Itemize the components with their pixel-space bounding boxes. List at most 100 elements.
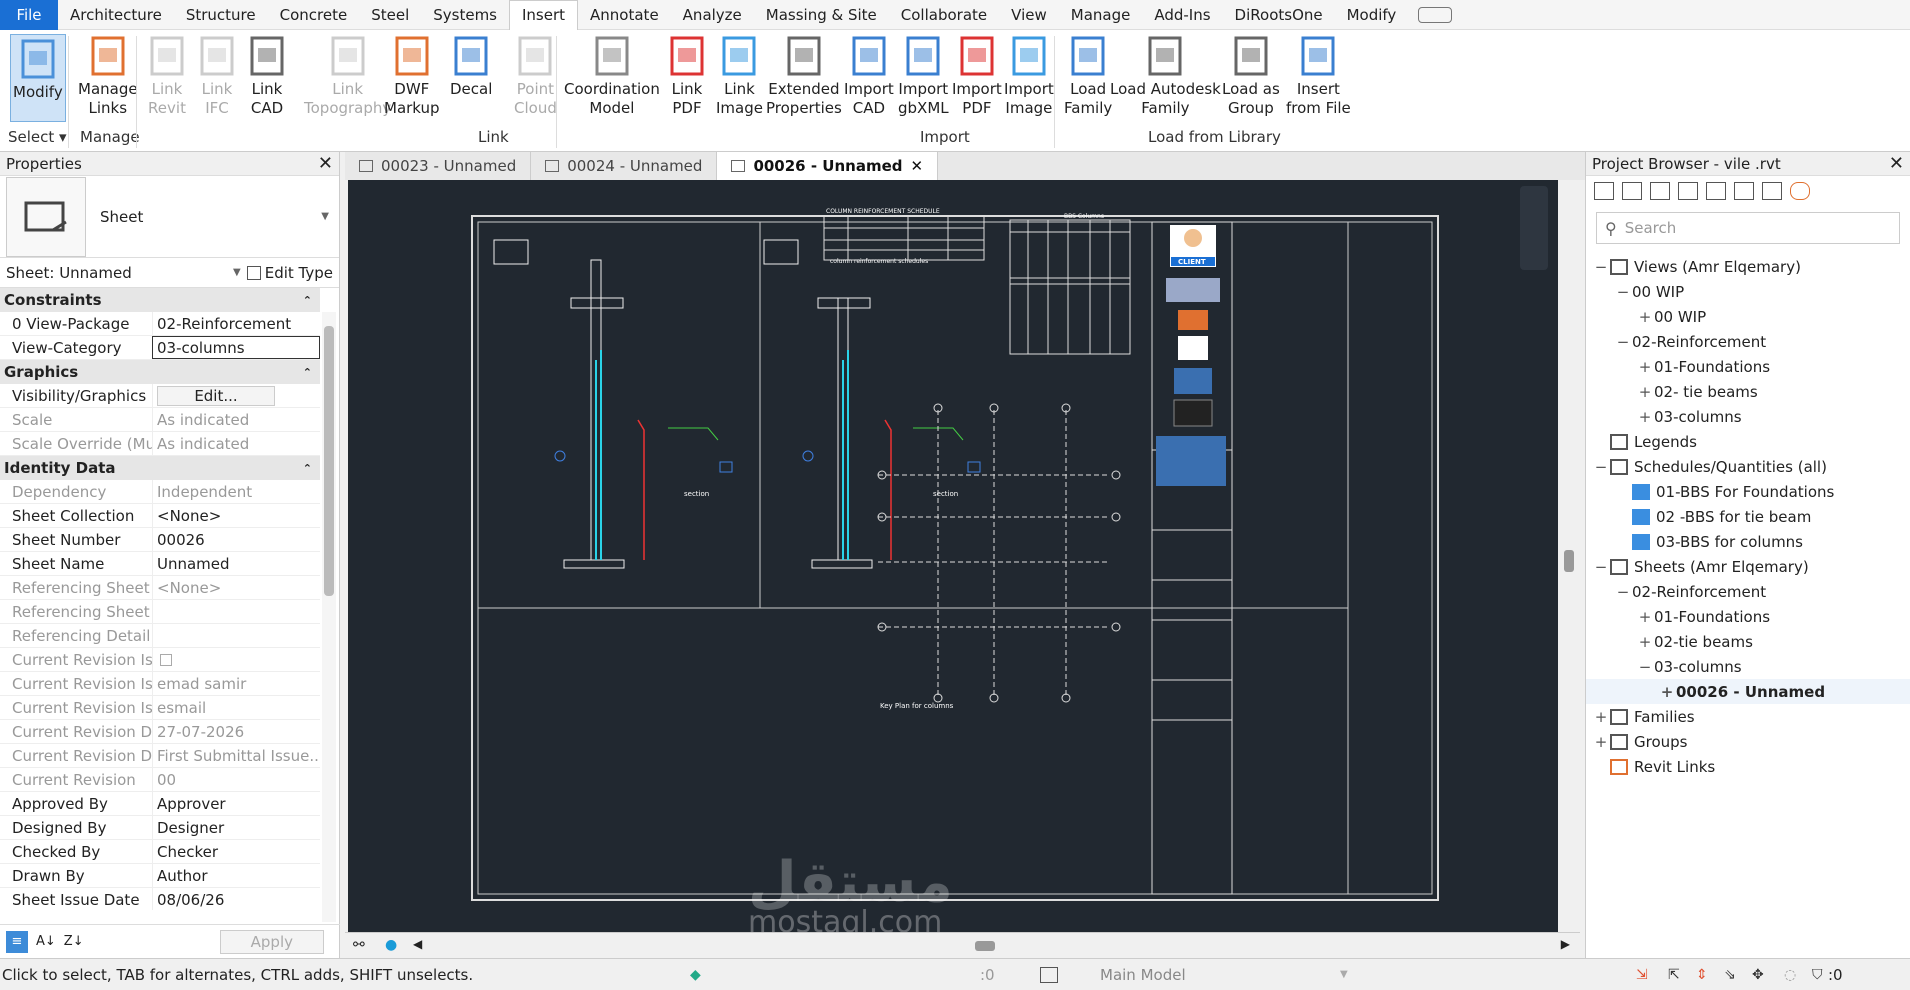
ribbon-button-modify[interactable]: Modify (10, 34, 66, 122)
ribbon-button-decal[interactable]: Decal (450, 34, 492, 99)
ribbon-button-link-ifc[interactable]: Link IFC (196, 34, 238, 118)
property-value[interactable]: Approver (152, 792, 320, 815)
browser-node[interactable]: − Schedules/Quantities (all) (1586, 454, 1910, 479)
view-tab[interactable]: 00026 - Unnamed ✕ (717, 152, 939, 180)
view-icon[interactable] (1622, 182, 1642, 200)
close-icon[interactable]: ✕ (911, 157, 924, 175)
menu-tab-steel[interactable]: Steel (359, 6, 421, 24)
edit-type-button[interactable]: Edit Type (246, 264, 333, 282)
close-icon[interactable]: ✕ (318, 153, 333, 174)
browser-node[interactable]: −02-Reinforcement (1586, 329, 1910, 354)
select-underlay-icon[interactable]: ⇱ (1668, 967, 1680, 983)
browser-node[interactable]: +02-tie beams (1586, 629, 1910, 654)
expand-icon[interactable]: − (1592, 258, 1610, 276)
ribbon-button-manage-links[interactable]: Manage Links (78, 34, 138, 118)
section-constraints[interactable]: Constraints ⌃ (0, 288, 320, 312)
view-tab[interactable]: 00024 - Unnamed (531, 152, 718, 180)
ribbon-button-dwf-markup[interactable]: DWF Markup (384, 34, 440, 118)
home-icon[interactable] (1594, 182, 1614, 200)
ribbon-button-import-image[interactable]: Import Image (1004, 34, 1054, 118)
canvas-hscrollbar[interactable] (975, 941, 995, 951)
expand-icon[interactable]: − (1614, 583, 1632, 601)
menu-tab-insert[interactable]: Insert (509, 0, 579, 30)
expand-icon[interactable]: − (1636, 658, 1654, 676)
properties-scrollbar[interactable] (322, 312, 336, 922)
expand-icon[interactable]: + (1636, 358, 1654, 376)
browser-node[interactable]: −03-columns (1586, 654, 1910, 679)
expand-icon[interactable]: + (1636, 633, 1654, 651)
expand-icon[interactable]: + (1636, 308, 1654, 326)
apply-button[interactable]: Apply (219, 929, 324, 954)
browser-search[interactable]: ⚲ Search (1596, 212, 1900, 244)
menu-tab-concrete[interactable]: Concrete (268, 6, 360, 24)
expand-icon[interactable]: + (1636, 383, 1654, 401)
chevron-down-icon[interactable]: ▼ (233, 267, 241, 278)
browser-node[interactable]: −02-Reinforcement (1586, 579, 1910, 604)
browser-node[interactable]: 03-BBS for columns (1586, 529, 1910, 554)
background-process-icon[interactable]: ◌ (1784, 967, 1796, 983)
view-tab[interactable]: 00023 - Unnamed (345, 152, 532, 180)
select-face-icon[interactable]: ⇘ (1724, 967, 1736, 983)
chevron-down-icon[interactable]: ▼ (321, 211, 329, 222)
property-value[interactable]: 08/06/26 (152, 888, 320, 910)
ribbon-button-coordination-model[interactable]: Coordination Model (564, 34, 660, 118)
browser-node[interactable]: +00 WIP (1586, 304, 1910, 329)
checkbox[interactable] (160, 653, 172, 666)
chevron-down-icon[interactable]: ▼ (1340, 969, 1348, 980)
sort-za-icon[interactable]: Z↓ (64, 934, 84, 949)
edit-button[interactable]: Edit... (157, 385, 275, 406)
main-model-select[interactable]: Main Model (1100, 966, 1186, 984)
ribbon-button-link-revit[interactable]: Link Revit (146, 34, 188, 118)
property-value[interactable]: <None> (152, 504, 320, 527)
browser-node[interactable]: 01-BBS For Foundations (1586, 479, 1910, 504)
section-graphics[interactable]: Graphics ⌃ (0, 360, 320, 384)
ribbon-button-link-image[interactable]: Link Image (716, 34, 763, 118)
browser-node[interactable]: + Families (1586, 704, 1910, 729)
ribbon-button-point-cloud[interactable]: Point Cloud (514, 34, 557, 118)
lightbulb-icon[interactable]: ● (385, 937, 397, 953)
ribbon-button-import-pdf[interactable]: Import PDF (952, 34, 1002, 118)
table-icon[interactable] (1678, 182, 1698, 200)
ribbon-button-load-as-group[interactable]: Load as Group (1222, 34, 1280, 118)
ribbon-button-link-cad[interactable]: Link CAD (246, 34, 288, 118)
instance-selector[interactable]: Sheet: Unnamed (6, 264, 132, 282)
expand-icon[interactable]: − (1592, 558, 1610, 576)
ribbon-button-load-autodesk-family[interactable]: Load Autodesk Family (1110, 34, 1221, 118)
select-links-icon[interactable]: ⇲ (1636, 967, 1648, 983)
schedule-icon[interactable] (1650, 182, 1670, 200)
browser-node[interactable]: + Groups (1586, 729, 1910, 754)
family-icon[interactable] (1734, 182, 1754, 200)
menu-tab-view[interactable]: View (999, 6, 1059, 24)
section-identity-data[interactable]: Identity Data ⌃ (0, 456, 320, 480)
sheet-icon[interactable] (1706, 182, 1726, 200)
browser-node[interactable]: +00026 - Unnamed (1586, 679, 1910, 704)
browser-node[interactable]: +03-columns (1586, 404, 1910, 429)
expand-icon[interactable]: − (1592, 458, 1610, 476)
scroll-left-icon[interactable]: ◀ (413, 937, 422, 951)
ribbon-button-insert-from-file[interactable]: Insert from File (1286, 34, 1351, 118)
search-input[interactable]: Search (1625, 219, 1677, 237)
select-pinned-icon[interactable]: ⇕ (1696, 967, 1708, 983)
worksharing-icon[interactable]: ◆ (690, 967, 701, 983)
property-value[interactable]: Checker (152, 840, 320, 863)
collapse-icon[interactable]: ⌃ (303, 462, 312, 475)
menu-tab-add-ins[interactable]: Add-Ins (1142, 6, 1222, 24)
expand-icon[interactable]: + (1636, 608, 1654, 626)
scroll-right-icon[interactable]: ▶ (1561, 937, 1570, 951)
browser-node[interactable]: −00 WIP (1586, 279, 1910, 304)
expand-icon[interactable]: + (1592, 733, 1610, 751)
menu-tab-collaborate[interactable]: Collaborate (889, 6, 999, 24)
close-icon[interactable]: ✕ (1889, 153, 1904, 174)
expand-icon[interactable]: − (1614, 333, 1632, 351)
menu-tab-annotate[interactable]: Annotate (578, 6, 671, 24)
browser-node[interactable]: − Views (Amr Elqemary) (1586, 254, 1910, 279)
expand-icon[interactable]: + (1636, 408, 1654, 426)
ribbon-button-import-cad[interactable]: Import CAD (844, 34, 894, 118)
ribbon-button-link-topography[interactable]: Link Topography (304, 34, 391, 118)
menu-tab-analyze[interactable]: Analyze (671, 6, 754, 24)
menu-tab-systems[interactable]: Systems (421, 6, 509, 24)
canvas-vscrollbar[interactable] (1558, 180, 1580, 932)
ribbon-button-import-gbxml[interactable]: Import gbXML (898, 34, 949, 118)
menu-tab-manage[interactable]: Manage (1059, 6, 1143, 24)
property-value[interactable]: Author (152, 864, 320, 887)
